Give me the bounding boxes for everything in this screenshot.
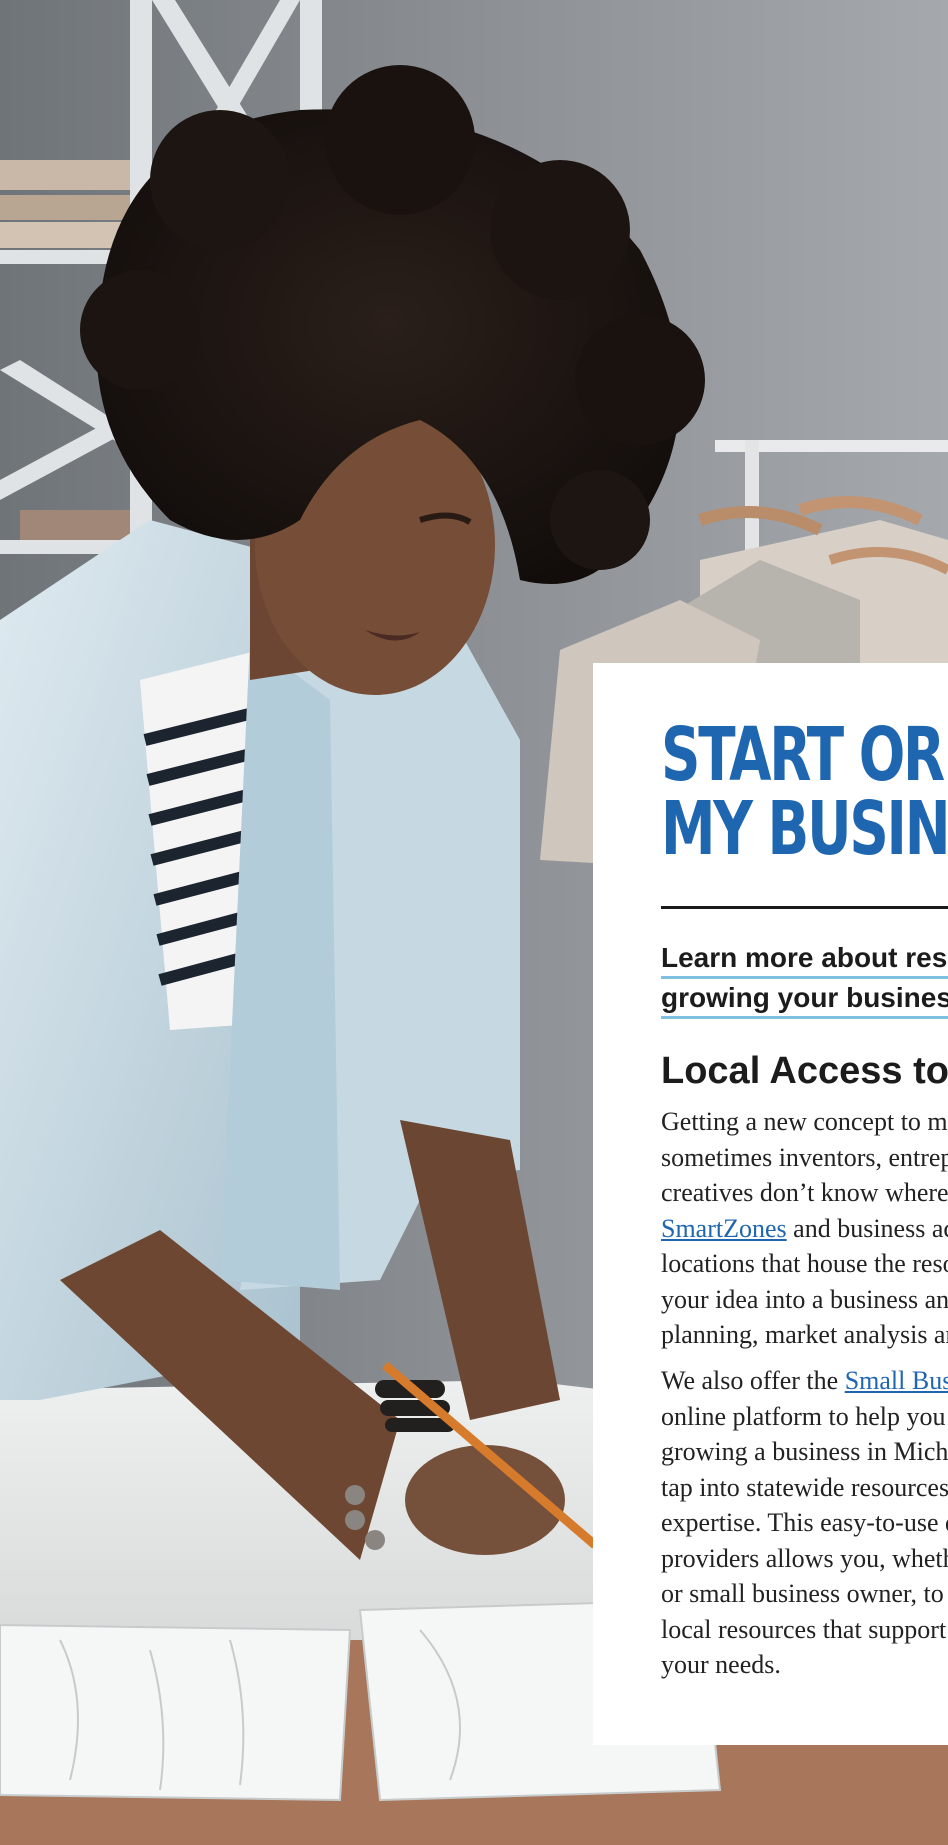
paragraph-2-line: providers allows you, whether you’re an … — [661, 1543, 948, 1573]
paragraph-2-line: growing a business in Michigan, and for … — [661, 1437, 948, 1466]
paragraph-1-line: sometimes inventors, entrepreneurs and — [661, 1142, 948, 1172]
page-title-line-2: MY BUSINESS — [661, 786, 948, 872]
paragraph-1-line: planning, market analysis and more. — [661, 1320, 948, 1349]
paragraph-2: We also offer the Small Business Navigat… — [661, 1363, 948, 1683]
paragraph-1-line: your idea into a business and include bu… — [661, 1284, 948, 1314]
subtitle-line-1: Learn more about resources for — [661, 941, 948, 979]
subtitle-line-2: growing your business — [661, 981, 948, 1019]
paragraph-2-line: tap into statewide resources and industr… — [661, 1472, 948, 1502]
paragraph-1-line: creatives don’t know where to start. Mic… — [661, 1178, 948, 1207]
paragraph-2-line: or small business owner, to connect with — [661, 1579, 948, 1608]
subtitle: Learn more about resources for growing y… — [661, 939, 948, 1019]
paragraph-2-line: expertise. This easy-to-use directory of… — [661, 1508, 948, 1537]
smartzones-link[interactable]: SmartZones — [661, 1214, 787, 1243]
small-business-navigator-link[interactable]: Small Business Navigator — [845, 1366, 948, 1395]
paragraph-2-line: We also offer the Small Business Navigat… — [661, 1363, 948, 1399]
paragraph-2-line: local resources that support — [661, 1614, 947, 1644]
paragraph-2-line: your needs. — [661, 1650, 781, 1679]
paragraph-1-line: Getting a new concept to market can be d… — [661, 1107, 948, 1136]
paragraph-1-line: locations that house the resources you n… — [661, 1249, 948, 1278]
page-title-line-1: START OR GROW — [661, 712, 948, 798]
paragraph-2-line-text: We also offer the — [661, 1366, 845, 1395]
paragraph-1: Getting a new concept to market can be d… — [661, 1104, 948, 1353]
info-card: START OR GROW MY BUSINESS Learn more abo… — [593, 663, 948, 1745]
section-heading: Local Access to Resources — [661, 1050, 948, 1092]
paragraph-1-line: SmartZones and business accelerators are — [661, 1211, 948, 1247]
paragraph-1-line-text: and business accelerators are — [793, 1213, 948, 1243]
page-title: START OR GROW MY BUSINESS — [661, 718, 948, 866]
paragraph-2-line: online platform to help you with startin… — [661, 1401, 948, 1431]
title-divider — [661, 906, 948, 909]
